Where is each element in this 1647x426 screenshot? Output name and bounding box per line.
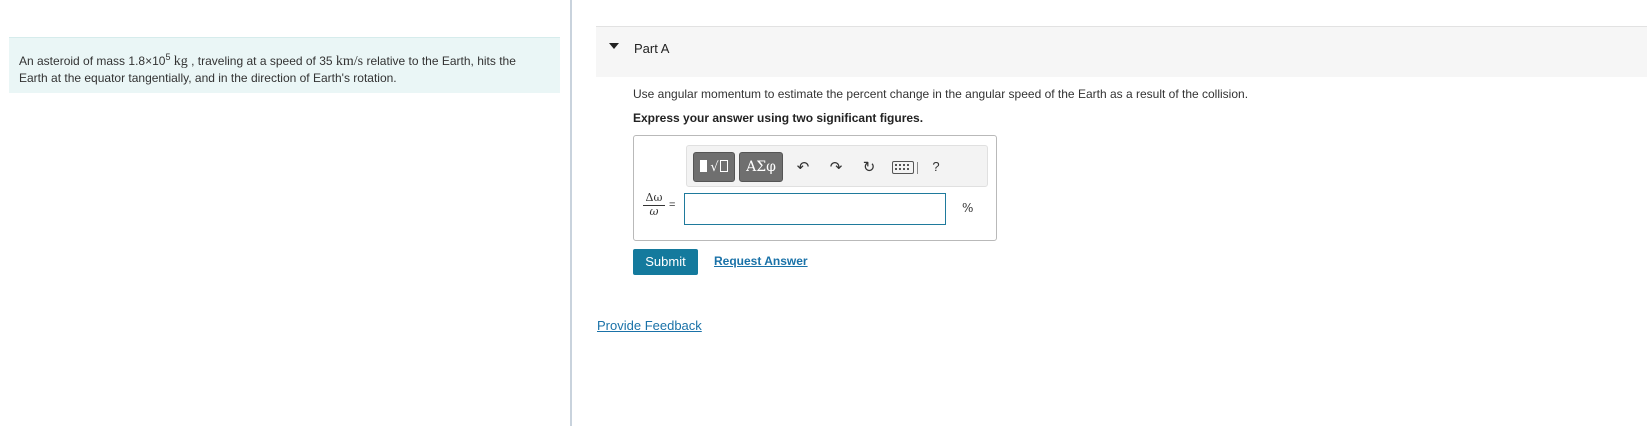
undo-icon[interactable]: ↶ [794,158,812,176]
part-title: Part A [634,41,670,56]
help-button[interactable]: ? [927,158,945,176]
redo-icon[interactable]: ↷ [827,158,845,176]
fraction-numerator: Δω [643,192,665,206]
answer-box: √ ΑΣφ ↶ ↷ ↻ ? Δω ω = % [633,135,997,241]
question-text: Use angular momentum to estimate the per… [633,87,1249,101]
answer-label-fraction: Δω ω [643,192,665,218]
problem-text-end: relative to the Earth, hits the [363,54,516,68]
unit-label: % [962,201,974,215]
keyboard-icon[interactable] [892,158,918,176]
speed-unit: km/s [335,54,364,69]
answer-pane: Part A Use angular momentum to estimate … [596,0,1647,426]
problem-statement: An asteroid of mass 1.8×105 kg , traveli… [9,37,560,93]
request-answer-link[interactable]: Request Answer [714,254,808,268]
problem-text-line2: Earth at the equator tangentially, and i… [19,71,397,85]
greek-symbols-button[interactable]: ΑΣφ [739,152,783,182]
radical-icon: √ [710,160,719,175]
instruction-text: Express your answer using two significan… [633,111,924,125]
template-square-icon [700,160,708,172]
math-toolbar: √ ΑΣφ ↶ ↷ ↻ ? [686,145,988,187]
part-a-header[interactable]: Part A [596,26,1647,77]
mass-exponent: 5 [165,52,171,62]
problem-pane: An asteroid of mass 1.8×105 kg , traveli… [0,0,572,426]
submit-button[interactable]: Submit [633,249,698,275]
mass-value: 1.8×10 [128,54,166,68]
templates-button[interactable]: √ [693,152,735,182]
answer-input[interactable] [684,193,946,225]
provide-feedback-link[interactable]: Provide Feedback [597,318,702,333]
caret-down-icon[interactable] [609,43,619,49]
template-box-icon [719,160,728,172]
fraction-denominator: ω [649,205,659,218]
problem-text-start: An asteroid of mass [19,54,129,68]
mass-unit: kg [173,54,188,69]
equals-sign: = [669,199,676,211]
reset-icon[interactable]: ↻ [860,158,878,176]
problem-text-speed: , traveling at a speed of 35 [187,54,336,68]
